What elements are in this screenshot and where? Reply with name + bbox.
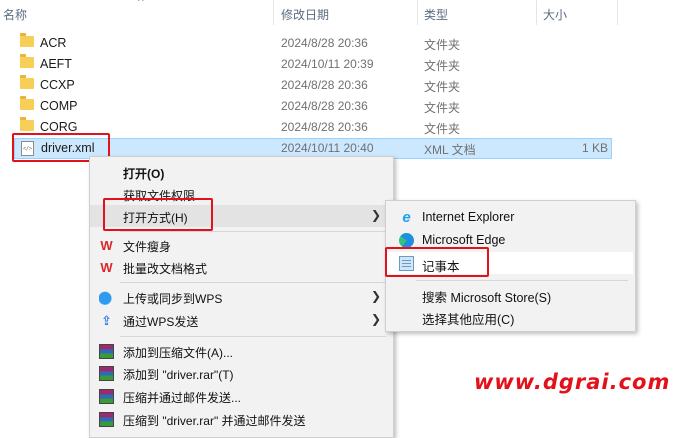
file-date: 2024/10/11 20:40 <box>281 141 374 155</box>
menu-item-add-archive[interactable]: 添加到压缩文件(A)... <box>90 340 391 362</box>
edge-icon <box>399 233 414 248</box>
wps-icon: W <box>100 238 113 253</box>
menu-item-compress-email[interactable]: 压缩并通过邮件发送... <box>90 385 391 407</box>
menu-item-wps-batch[interactable]: W 批量改文档格式 <box>90 256 391 278</box>
folder-icon <box>20 54 34 68</box>
column-type[interactable]: 类型 <box>424 6 448 23</box>
submenu-item-store[interactable]: 搜索 Microsoft Store(S) <box>386 283 633 305</box>
column-divider[interactable] <box>273 0 274 25</box>
menu-item-label: 添加到 "driver.rar"(T) <box>123 368 234 382</box>
column-name[interactable]: 名称 <box>3 6 27 23</box>
sort-caret-icon: ^ <box>138 0 144 8</box>
file-type: 文件夹 <box>424 101 461 115</box>
submenu-separator <box>416 280 628 281</box>
column-divider[interactable] <box>417 0 418 25</box>
winrar-icon <box>99 344 114 359</box>
column-divider[interactable] <box>536 0 537 25</box>
file-type: 文件夹 <box>424 122 461 136</box>
menu-item-send-wps[interactable]: ⇪ 通过WPS发送 ❯ <box>90 309 391 331</box>
menu-item-label: 批量改文档格式 <box>123 262 208 276</box>
file-row-ccxp[interactable]: CCXP 2024/8/28 20:36 文件夹 <box>0 75 675 96</box>
menu-item-label: 压缩并通过邮件发送... <box>123 391 242 405</box>
menu-item-label: 上传或同步到WPS <box>123 292 223 306</box>
highlight-box-notepad <box>385 247 489 277</box>
chevron-right-icon: ❯ <box>370 312 381 326</box>
menu-item-label: 压缩到 "driver.rar" 并通过邮件发送 <box>123 414 306 428</box>
file-row-aeft[interactable]: AEFT 2024/10/11 20:39 文件夹 <box>0 54 675 75</box>
menu-item-label: 打开(O) <box>123 167 165 181</box>
submenu-item-label: Microsoft Edge <box>422 233 506 247</box>
menu-separator <box>120 282 386 283</box>
file-date: 2024/10/11 20:39 <box>281 57 374 71</box>
folder-icon <box>20 117 34 131</box>
menu-separator <box>120 336 386 337</box>
menu-separator <box>120 231 386 232</box>
cloud-icon <box>99 290 114 305</box>
file-date: 2024/8/28 20:36 <box>281 78 368 92</box>
menu-item-compress-rar-email[interactable]: 压缩到 "driver.rar" 并通过邮件发送 <box>90 408 391 430</box>
submenu-item-label: Internet Explorer <box>422 210 515 224</box>
column-size[interactable]: 大小 <box>543 6 567 23</box>
folder-icon <box>20 33 34 47</box>
file-date: 2024/8/28 20:36 <box>281 120 368 134</box>
menu-item-label: 添加到压缩文件(A)... <box>123 346 233 360</box>
file-type: 文件夹 <box>424 80 461 94</box>
submenu-item-label: 搜索 Microsoft Store(S) <box>422 291 552 305</box>
column-date[interactable]: 修改日期 <box>281 6 329 23</box>
menu-item-wps-slim[interactable]: W 文件瘦身 <box>90 234 391 256</box>
file-name: CORG <box>40 120 78 134</box>
submenu-item-ie[interactable]: e Internet Explorer <box>386 206 633 228</box>
file-name: ACR <box>40 36 67 50</box>
file-date: 2024/8/28 20:36 <box>281 36 368 50</box>
menu-item-upload-wps[interactable]: 上传或同步到WPS ❯ <box>90 286 391 308</box>
winrar-icon <box>99 366 114 381</box>
wps-icon: W <box>100 260 113 275</box>
menu-item-label: 文件瘦身 <box>123 240 172 254</box>
file-type: 文件夹 <box>424 38 461 52</box>
file-type: XML 文档 <box>424 143 476 157</box>
internet-explorer-icon: e <box>402 209 411 226</box>
file-name: AEFT <box>40 57 72 71</box>
winrar-icon <box>99 389 114 404</box>
chevron-right-icon: ❯ <box>370 208 381 222</box>
file-row-acr[interactable]: ACR 2024/8/28 20:36 文件夹 <box>0 33 675 54</box>
share-icon: ⇪ <box>101 313 112 328</box>
menu-item-add-rar[interactable]: 添加到 "driver.rar"(T) <box>90 362 391 384</box>
folder-icon <box>20 75 34 89</box>
file-row-comp[interactable]: COMP 2024/8/28 20:36 文件夹 <box>0 96 675 117</box>
highlight-box-open-with <box>103 198 213 231</box>
file-name: CCXP <box>40 78 75 92</box>
menu-item-label: 通过WPS发送 <box>123 315 199 329</box>
winrar-icon <box>99 412 114 427</box>
chevron-right-icon: ❯ <box>370 289 381 303</box>
watermark-text: www.dgrai.com <box>474 370 671 394</box>
menu-item-open[interactable]: 打开(O) <box>90 161 391 183</box>
column-divider[interactable] <box>617 0 618 25</box>
submenu-item-label: 选择其他应用(C) <box>422 313 515 327</box>
submenu-item-other-app[interactable]: 选择其他应用(C) <box>386 305 633 327</box>
file-size: 1 KB <box>581 141 608 155</box>
column-header-bar: ^ 名称 修改日期 类型 大小 <box>0 0 675 25</box>
folder-icon <box>20 96 34 110</box>
file-type: 文件夹 <box>424 59 461 73</box>
file-name: COMP <box>40 99 78 113</box>
file-date: 2024/8/28 20:36 <box>281 99 368 113</box>
